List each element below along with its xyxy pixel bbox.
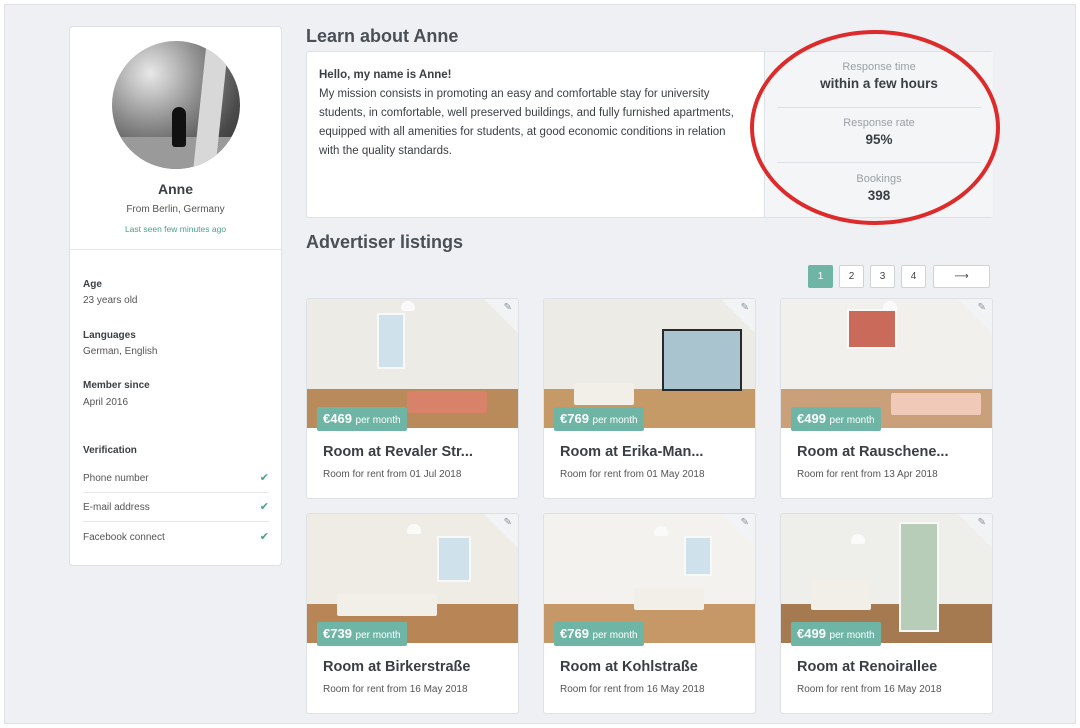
listing-title[interactable]: Room at Birkerstraße — [323, 659, 508, 675]
verification-label: Facebook connect — [83, 532, 165, 543]
verification-facebook: Facebook connect ✔ — [83, 523, 269, 552]
check-icon: ✔ — [259, 531, 269, 543]
price-badge: €499 per month — [791, 407, 881, 431]
price-period: per month — [592, 630, 638, 641]
listing-subtitle: Room for rent from 01 May 2018 — [560, 469, 705, 480]
listing-subtitle: Room for rent from 13 Apr 2018 — [797, 469, 938, 480]
profile-card: Anne From Berlin, Germany Last seen few … — [69, 26, 282, 566]
verification-label: E-mail address — [83, 502, 150, 513]
price-period: per month — [355, 630, 401, 641]
member-since-label: Member since — [83, 380, 150, 391]
age-label: Age — [83, 279, 102, 290]
price-period: per month — [829, 630, 875, 641]
price-value: €769 — [560, 626, 589, 641]
edit-icon[interactable]: ✎ — [741, 517, 749, 528]
age-value: 23 years old — [83, 295, 138, 306]
about-text: Hello, my name is Anne! My mission consi… — [319, 66, 749, 161]
highlight-annotation — [750, 30, 1000, 225]
check-icon: ✔ — [259, 472, 269, 484]
profile-location: From Berlin, Germany — [126, 204, 225, 215]
verification-heading: Verification — [83, 445, 137, 456]
price-value: €769 — [560, 411, 589, 426]
price-value: €469 — [323, 411, 352, 426]
listing-card[interactable]: ✎ €499 per month Room at Rauschene... Ro… — [780, 298, 993, 499]
listing-title[interactable]: Room at Kohlstraße — [560, 659, 745, 675]
price-period: per month — [592, 415, 638, 426]
listing-title[interactable]: Room at Rauschene... — [797, 444, 982, 460]
listing-card[interactable]: ✎ €469 per month Room at Revaler Str... … — [306, 298, 519, 499]
edit-icon[interactable]: ✎ — [741, 302, 749, 313]
listings-heading: Advertiser listings — [306, 232, 464, 252]
next-page-button[interactable]: ⟶ — [933, 265, 990, 288]
edit-icon[interactable]: ✎ — [504, 302, 512, 313]
price-badge: €469 per month — [317, 407, 407, 431]
divider — [70, 249, 281, 250]
about-greeting: Hello, my name is Anne! — [319, 69, 452, 81]
member-since-value: April 2016 — [83, 397, 129, 408]
page-button-2[interactable]: 2 — [839, 265, 864, 288]
listing-card[interactable]: ✎ €499 per month Room at Renoirallee Roo… — [780, 513, 993, 714]
listing-card[interactable]: ✎ €769 per month Room at Kohlstraße Room… — [543, 513, 756, 714]
profile-name: Anne — [158, 181, 193, 197]
price-period: per month — [829, 415, 875, 426]
listing-title[interactable]: Room at Erika-Man... — [560, 444, 745, 460]
price-value: €499 — [797, 626, 826, 641]
verification-phone: Phone number ✔ — [83, 464, 269, 493]
about-body: My mission consists in promoting an easy… — [319, 88, 734, 157]
listing-subtitle: Room for rent from 16 May 2018 — [323, 684, 468, 695]
price-badge: €769 per month — [554, 622, 644, 646]
price-value: €739 — [323, 626, 352, 641]
page-button-3[interactable]: 3 — [870, 265, 895, 288]
page-button-1[interactable]: 1 — [808, 265, 833, 288]
check-icon: ✔ — [259, 501, 269, 513]
verification-label: Phone number — [83, 473, 149, 484]
listing-card[interactable]: ✎ €769 per month Room at Erika-Man... Ro… — [543, 298, 756, 499]
arrow-right-icon: ⟶ — [954, 271, 969, 282]
price-badge: €499 per month — [791, 622, 881, 646]
page-button-4[interactable]: 4 — [901, 265, 926, 288]
price-period: per month — [355, 415, 401, 426]
price-badge: €769 per month — [554, 407, 644, 431]
listing-subtitle: Room for rent from 16 May 2018 — [560, 684, 705, 695]
last-seen-status: Last seen few minutes ago — [124, 224, 227, 234]
avatar — [112, 41, 240, 169]
listing-card[interactable]: ✎ €739 per month Room at Birkerstraße Ro… — [306, 513, 519, 714]
verification-email: E-mail address ✔ — [83, 493, 269, 522]
price-value: €499 — [797, 411, 826, 426]
edit-icon[interactable]: ✎ — [978, 302, 986, 313]
languages-label: Languages — [83, 330, 136, 341]
listing-title[interactable]: Room at Revaler Str... — [323, 444, 508, 460]
languages-value: German, English — [83, 346, 158, 357]
listing-subtitle: Room for rent from 01 Jul 2018 — [323, 469, 462, 480]
edit-icon[interactable]: ✎ — [978, 517, 986, 528]
listing-title[interactable]: Room at Renoirallee — [797, 659, 982, 675]
about-heading: Learn about Anne — [306, 26, 459, 46]
edit-icon[interactable]: ✎ — [504, 517, 512, 528]
listing-subtitle: Room for rent from 16 May 2018 — [797, 684, 942, 695]
price-badge: €739 per month — [317, 622, 407, 646]
